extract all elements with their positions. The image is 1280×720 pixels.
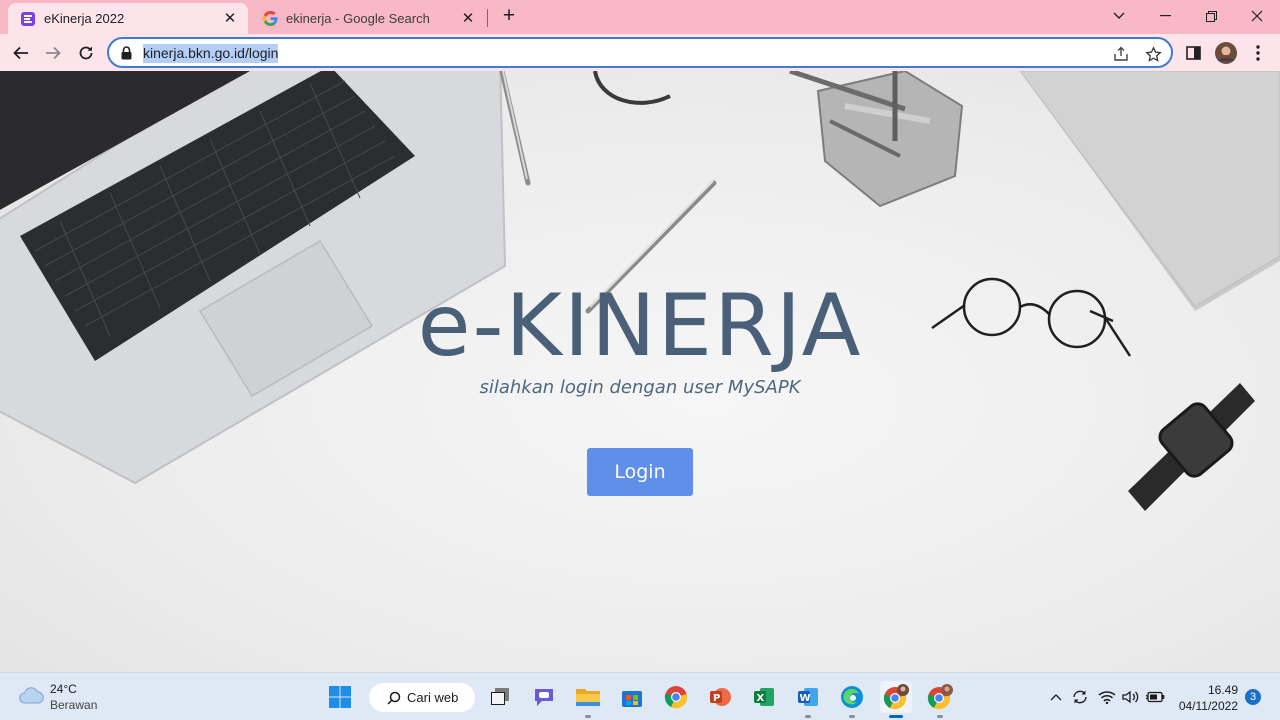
chrome-icon[interactable] bbox=[660, 681, 692, 713]
excel-icon[interactable]: X bbox=[748, 681, 780, 713]
profile-avatar[interactable] bbox=[1212, 39, 1240, 67]
restore-button[interactable] bbox=[1188, 0, 1234, 32]
wifi-icon[interactable] bbox=[1097, 687, 1117, 707]
taskbar-clock[interactable]: 16.49 04/11/2022 bbox=[1178, 682, 1238, 714]
watch-illustration bbox=[1128, 383, 1255, 511]
back-button[interactable] bbox=[7, 39, 35, 67]
edge-icon[interactable] bbox=[836, 681, 868, 718]
taskbar-search[interactable]: Cari web bbox=[369, 683, 475, 712]
minimize-button[interactable] bbox=[1142, 0, 1188, 32]
reload-button[interactable] bbox=[72, 39, 100, 67]
pencil-holder-illustration bbox=[789, 71, 964, 208]
search-label: Cari web bbox=[407, 690, 459, 705]
chrome-profile-2-icon[interactable] bbox=[924, 681, 956, 718]
tab-title: eKinerja 2022 bbox=[44, 11, 125, 26]
tab-search-chevron-down-icon[interactable] bbox=[1096, 0, 1142, 32]
running-indicator bbox=[937, 715, 943, 718]
tab-title: ekinerja - Google Search bbox=[286, 11, 430, 26]
sync-icon[interactable] bbox=[1070, 687, 1090, 707]
svg-text:W: W bbox=[800, 693, 811, 704]
bookmark-star-icon[interactable] bbox=[1143, 44, 1163, 64]
running-indicator bbox=[585, 715, 591, 718]
share-icon[interactable] bbox=[1111, 44, 1131, 64]
cloud-icon bbox=[18, 686, 44, 709]
close-tab-icon[interactable]: ✕ bbox=[222, 10, 238, 27]
search-icon bbox=[387, 691, 401, 705]
page-title: e-KINERJA bbox=[417, 276, 863, 376]
running-indicator bbox=[849, 715, 855, 718]
microsoft-store-icon[interactable] bbox=[616, 681, 648, 713]
volume-icon[interactable] bbox=[1121, 687, 1141, 707]
side-panel-icon[interactable] bbox=[1179, 39, 1207, 67]
file-explorer-icon[interactable] bbox=[572, 681, 604, 718]
running-indicator bbox=[805, 715, 811, 718]
cable-illustration bbox=[593, 71, 671, 105]
teams-chat-icon[interactable] bbox=[528, 681, 560, 713]
weather-condition: Berawan bbox=[50, 698, 98, 712]
clock-date: 04/11/2022 bbox=[1178, 699, 1238, 713]
url-text[interactable]: kinerja.bkn.go.id/login bbox=[143, 44, 279, 63]
google-favicon-icon bbox=[262, 11, 278, 27]
word-icon[interactable]: W bbox=[792, 681, 824, 718]
notification-count-badge[interactable]: 3 bbox=[1245, 689, 1261, 705]
login-button[interactable]: Login bbox=[587, 448, 693, 496]
browser-toolbar: kinerja.bkn.go.id/login bbox=[0, 34, 1280, 71]
pen-illustration bbox=[499, 71, 717, 314]
chrome-menu-icon[interactable] bbox=[1244, 39, 1272, 67]
start-button[interactable] bbox=[324, 681, 356, 713]
close-window-button[interactable] bbox=[1234, 0, 1280, 32]
powerpoint-icon[interactable]: P bbox=[704, 681, 736, 713]
task-view-icon[interactable] bbox=[484, 681, 516, 713]
clock-time: 16.49 bbox=[1207, 683, 1238, 697]
active-window-indicator bbox=[889, 715, 903, 718]
svg-text:P: P bbox=[713, 693, 720, 704]
login-page: e-KINERJA silahkan login dengan user MyS… bbox=[0, 71, 1280, 672]
svg-text:X: X bbox=[757, 693, 765, 704]
chrome-profile-1-icon[interactable] bbox=[880, 681, 912, 718]
show-hidden-icons-chevron-up-icon[interactable] bbox=[1046, 687, 1066, 707]
new-tab-button[interactable]: + bbox=[497, 5, 521, 28]
weather-widget[interactable]: 24°C Berawan bbox=[18, 681, 97, 713]
windows-taskbar: 24°C Berawan Cari web P X W 16.49 04/11/… bbox=[0, 672, 1280, 720]
forward-button[interactable] bbox=[39, 39, 67, 67]
login-subtitle: silahkan login dengan user MySAPK bbox=[479, 377, 801, 398]
tab-separator bbox=[487, 9, 488, 27]
ekinerja-favicon-icon bbox=[20, 11, 36, 27]
tab-google-search[interactable]: ekinerja - Google Search ✕ bbox=[250, 3, 486, 34]
browser-title-bar: eKinerja 2022 ✕ ekinerja - Google Search… bbox=[0, 0, 1280, 34]
tab-ekinerja[interactable]: eKinerja 2022 ✕ bbox=[8, 3, 248, 34]
battery-icon[interactable] bbox=[1145, 687, 1165, 707]
weather-temperature: 24°C bbox=[50, 682, 77, 696]
address-bar[interactable]: kinerja.bkn.go.id/login bbox=[107, 37, 1173, 68]
lock-icon[interactable] bbox=[121, 46, 132, 65]
close-tab-icon[interactable]: ✕ bbox=[460, 10, 476, 27]
